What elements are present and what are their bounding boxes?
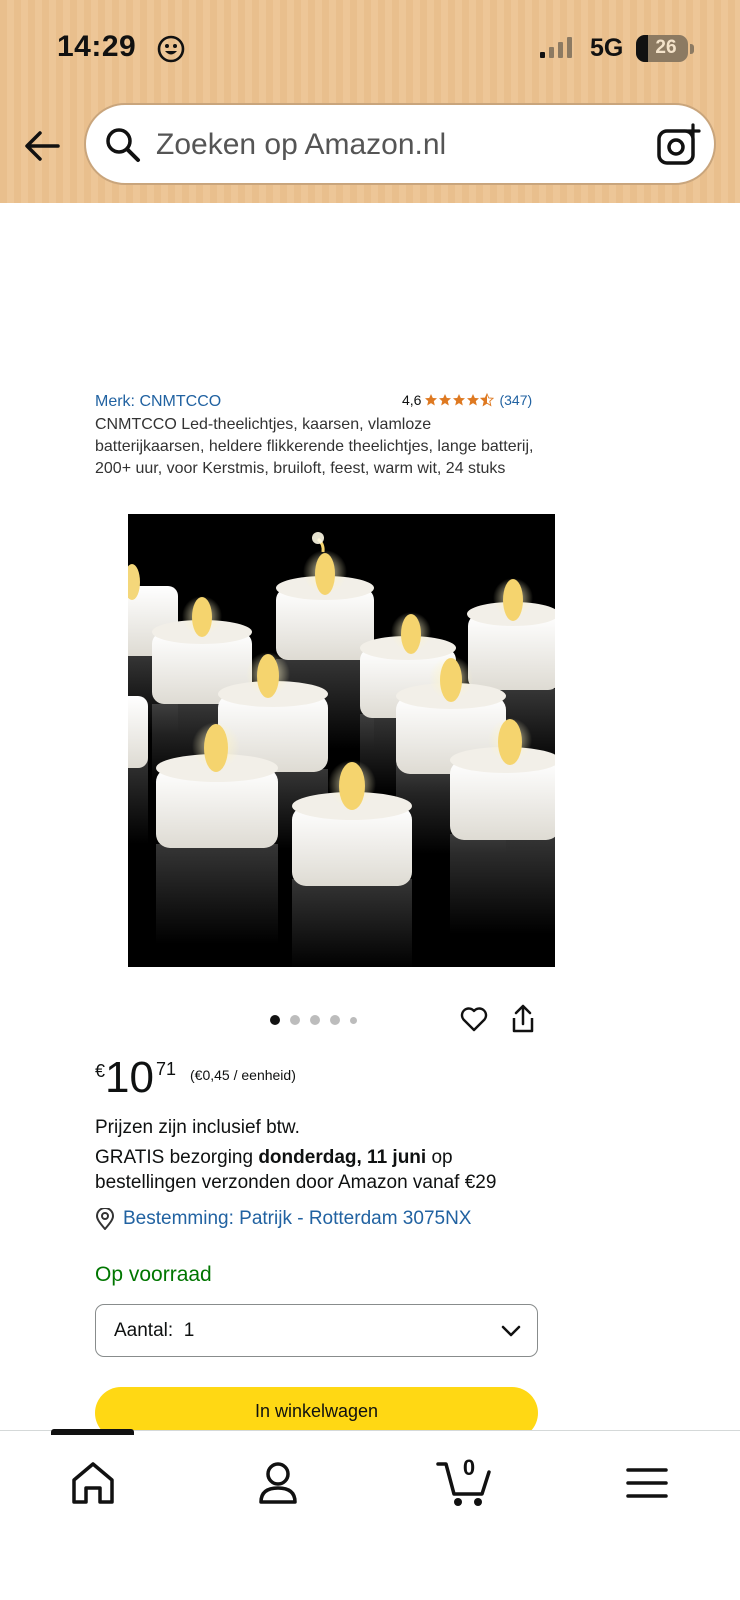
carousel-dot[interactable] [310, 1015, 320, 1025]
price-fraction: 71 [155, 1059, 176, 1079]
location-pin-icon [95, 1208, 115, 1230]
quantity-value: 1 [183, 1320, 195, 1341]
heart-icon[interactable] [460, 1005, 488, 1033]
search-input[interactable] [156, 125, 616, 165]
cart-count: 0 [462, 1455, 476, 1480]
star-icon [453, 394, 466, 406]
active-tab-indicator [51, 1429, 134, 1435]
carousel-dot[interactable] [290, 1015, 300, 1025]
search-bar[interactable] [84, 103, 716, 185]
share-icon[interactable] [510, 1004, 536, 1034]
led-tealights-photo [128, 514, 555, 967]
account-icon[interactable] [253, 1458, 303, 1508]
price-whole: 10 [105, 1053, 154, 1102]
rating-value: 4,6 [402, 392, 422, 408]
rating-count[interactable]: (347) [499, 392, 532, 408]
battery-indicator: 26 [636, 35, 688, 62]
rating-summary[interactable]: 4,6 (347) [402, 392, 532, 408]
chevron-down-icon [501, 1325, 521, 1337]
star-icon [425, 394, 438, 406]
network-type: 5G [590, 34, 624, 62]
product-title: CNMTCCO Led-theelichtjes, kaarsen, vlaml… [95, 416, 534, 477]
bottom-navigation [0, 1430, 740, 1600]
destination-link[interactable]: Bestemming: Patrijk - Rotterdam 3075NX [123, 1208, 471, 1230]
star-half-icon [480, 393, 495, 407]
product-image[interactable] [128, 514, 555, 967]
image-carousel-dots[interactable] [270, 1015, 367, 1025]
brand-link[interactable]: Merk: CNMTCCO [95, 393, 221, 411]
carousel-dot[interactable] [330, 1015, 340, 1025]
add-to-cart-label: In winkelwagen [254, 1401, 379, 1421]
star-rating [424, 393, 495, 407]
carousel-dot[interactable] [350, 1016, 357, 1024]
price: € 10 71 (€0,45 / eenheid) [95, 1055, 296, 1101]
stock-status: Op voorraad [95, 1263, 212, 1286]
camera-lens-icon[interactable] [655, 123, 701, 169]
unit-price: (€0,45 / eenheid) [190, 1067, 296, 1083]
home-icon[interactable] [68, 1458, 118, 1508]
delivery-info: GRATIS bezorging donderdag, 11 juni op b… [95, 1145, 555, 1195]
price-currency: € [95, 1061, 106, 1081]
star-icon [467, 394, 480, 406]
delivery-date: donderdag, 11 juni [258, 1147, 427, 1168]
arrow-left-icon[interactable] [20, 124, 64, 168]
smiley-face-icon [157, 35, 185, 63]
quantity-label: Aantal: 1 [114, 1320, 195, 1341]
delivery-prefix: GRATIS bezorging [95, 1147, 259, 1168]
delivery-destination[interactable]: Bestemming: Patrijk - Rotterdam 3075NX [95, 1208, 471, 1230]
menu-icon[interactable] [622, 1458, 672, 1508]
quantity-select[interactable]: Aantal: 1 [95, 1304, 538, 1357]
vat-note: Prijzen zijn inclusief btw. [95, 1117, 300, 1138]
battery-tip [690, 44, 694, 54]
magnifier-icon[interactable] [104, 126, 142, 164]
carousel-dot-active[interactable] [270, 1015, 280, 1025]
cellular-signal-icon [540, 37, 572, 58]
status-time: 14:29 [57, 30, 137, 63]
star-icon [439, 394, 452, 406]
battery-level: 26 [655, 37, 677, 58]
